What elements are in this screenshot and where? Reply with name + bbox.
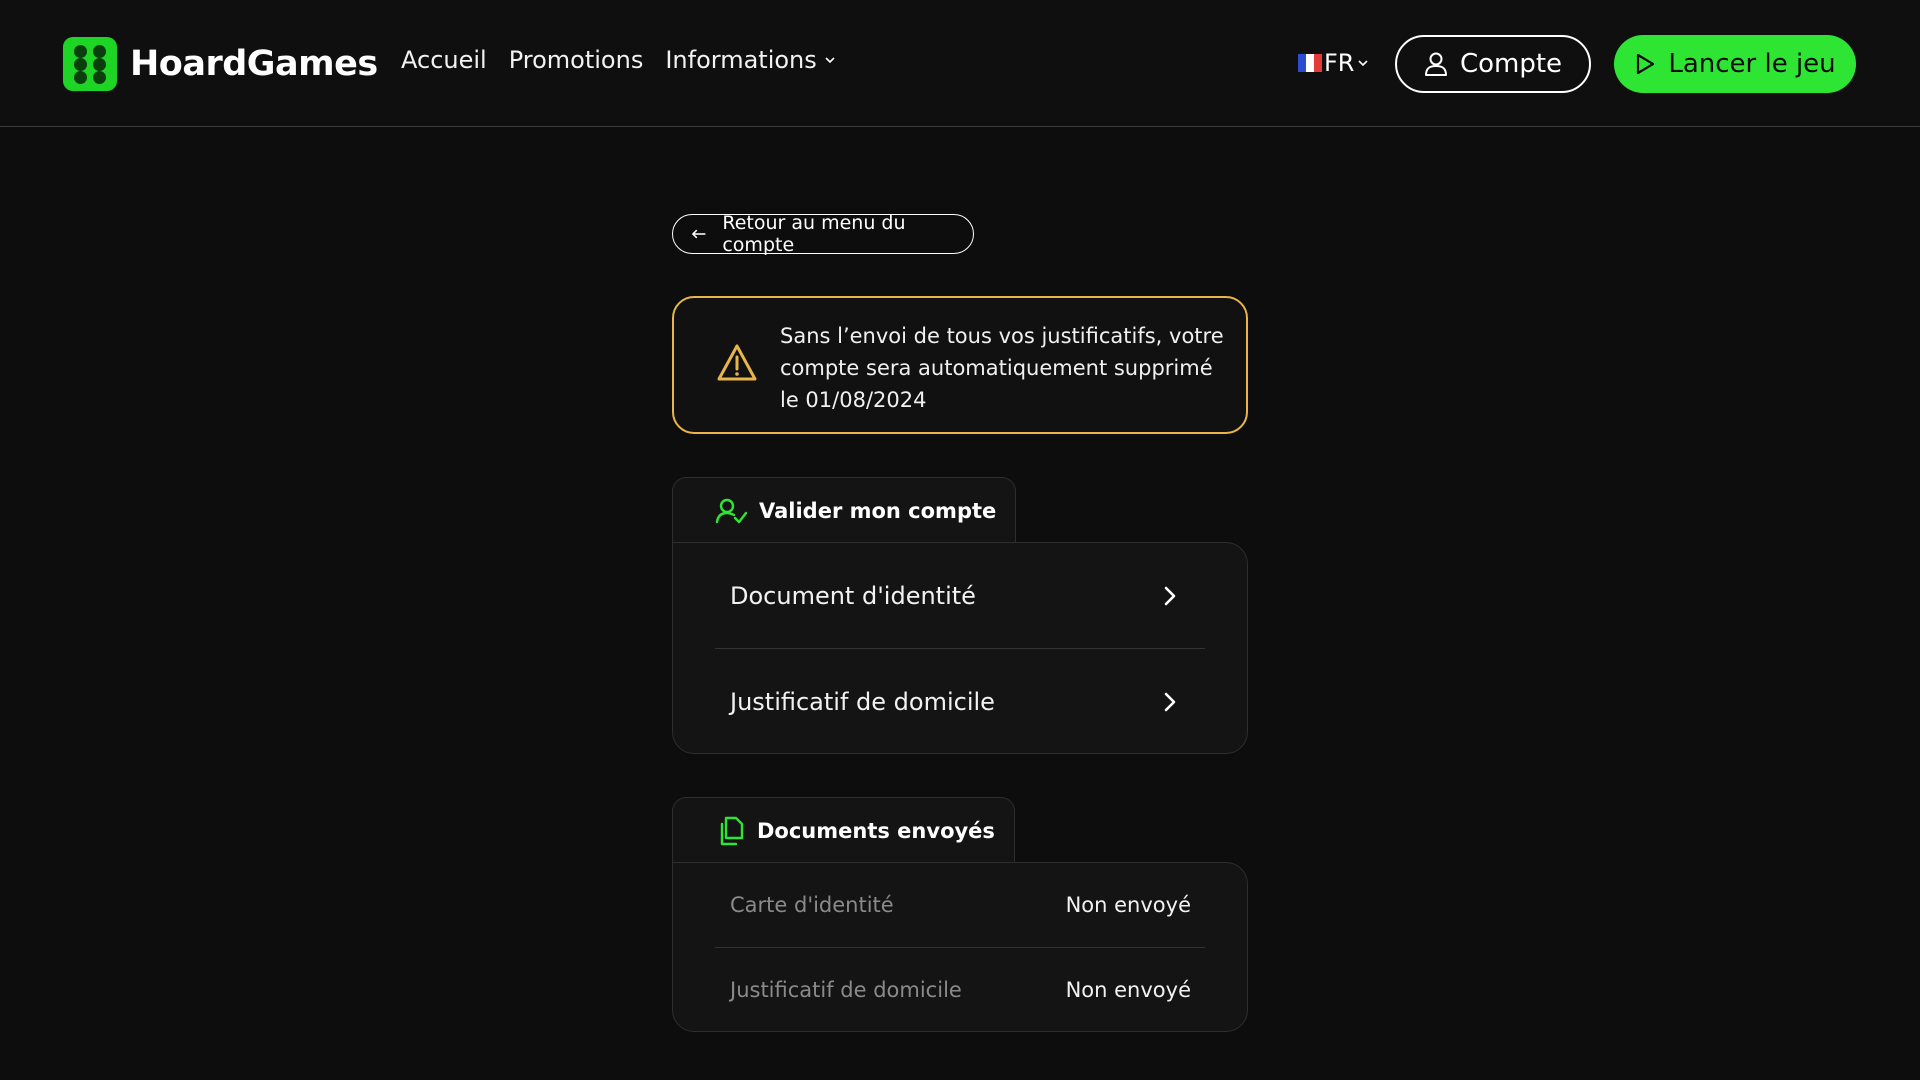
nav-informations[interactable]: Informations: [665, 46, 835, 74]
chevron-down-icon: [825, 57, 835, 64]
brand-logo[interactable]: HoardGames: [63, 37, 378, 91]
document-name: Justificatif de domicile: [730, 978, 962, 1002]
table-row: Carte d'identité Non envoyé: [715, 863, 1205, 947]
arrow-left-icon: [691, 229, 706, 239]
back-button-label: Retour au menu du compte: [722, 212, 906, 256]
chevron-right-icon: [1164, 586, 1176, 606]
account-button[interactable]: Compte: [1395, 35, 1591, 93]
nav-accueil[interactable]: Accueil: [401, 46, 487, 74]
play-icon: [1637, 53, 1655, 75]
proof-of-address-link[interactable]: Justificatif de domicile: [715, 649, 1205, 755]
user-check-icon: [715, 498, 747, 523]
sent-documents-title: Documents envoyés: [757, 818, 995, 843]
nav-informations-label: Informations: [665, 46, 817, 74]
chevron-right-icon: [1164, 692, 1176, 712]
proof-of-address-label: Justificatif de domicile: [730, 688, 995, 716]
document-status: Non envoyé: [1065, 893, 1191, 917]
deletion-warning-banner: Sans l’envoi de tous vos justificatifs, …: [672, 296, 1248, 434]
validate-account-tab: Valider mon compte: [672, 477, 1016, 543]
document-name: Carte d'identité: [730, 893, 894, 917]
dice-six-icon: [63, 37, 117, 91]
sent-documents-tab: Documents envoyés: [672, 797, 1015, 863]
brand-name: HoardGames: [130, 44, 378, 84]
identity-document-label: Document d'identité: [730, 582, 976, 610]
table-row: Justificatif de domicile Non envoyé: [715, 948, 1205, 1032]
identity-document-link[interactable]: Document d'identité: [715, 543, 1205, 649]
top-header: HoardGames Accueil Promotions Informatio…: [0, 0, 1920, 127]
documents-icon: [720, 816, 744, 845]
back-to-account-button[interactable]: Retour au menu du compte: [672, 212, 974, 256]
chevron-down-icon: [1358, 60, 1369, 67]
language-selector[interactable]: FR: [1298, 49, 1369, 77]
user-icon: [1424, 52, 1447, 76]
language-code: FR: [1324, 49, 1355, 77]
launch-game-button[interactable]: Lancer le jeu: [1614, 35, 1856, 93]
document-status: Non envoyé: [1065, 978, 1191, 1002]
account-button-label: Compte: [1459, 49, 1563, 79]
validate-account-card: Document d'identité Justificatif de domi…: [672, 542, 1248, 754]
warning-triangle-icon: [717, 344, 757, 381]
warning-text: Sans l’envoi de tous vos justificatifs, …: [780, 324, 1224, 412]
sent-documents-card: Carte d'identité Non envoyé Justificatif…: [672, 862, 1248, 1032]
nav-promotions[interactable]: Promotions: [509, 46, 644, 74]
validate-account-title: Valider mon compte: [759, 498, 997, 523]
launch-game-label: Lancer le jeu: [1668, 49, 1836, 79]
france-flag-icon: [1298, 54, 1322, 72]
main-nav: Accueil Promotions Informations: [401, 46, 835, 74]
